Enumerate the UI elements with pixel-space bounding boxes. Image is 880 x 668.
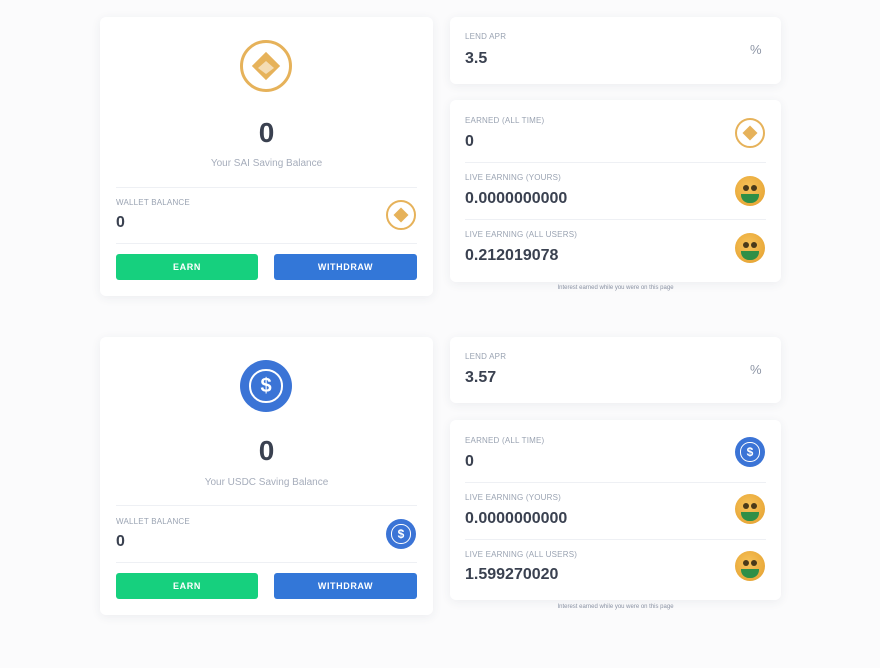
live-earning-yours-label: LIVE EARNING (YOURS) <box>465 173 562 182</box>
divider <box>116 562 417 563</box>
lend-apr-label: LEND APR <box>465 352 507 361</box>
sai-coin-icon <box>386 200 416 230</box>
live-earning-yours-value: 0.0000000000 <box>465 190 568 207</box>
sai-apr-card: LEND APR 3.5 % <box>450 17 781 84</box>
divider <box>116 187 417 188</box>
lend-apr-value: 3.5 <box>465 50 488 67</box>
earned-all-time-label: EARNED (ALL TIME) <box>465 116 545 125</box>
sai-coin-icon <box>735 118 765 148</box>
withdraw-button[interactable]: WITHDRAW <box>274 254 417 280</box>
lend-apr-label: LEND APR <box>465 32 507 41</box>
wallet-balance-label: WALLET BALANCE <box>116 198 190 207</box>
earned-all-time-label: EARNED (ALL TIME) <box>465 436 545 445</box>
wallet-balance-label: WALLET BALANCE <box>116 517 190 526</box>
divider <box>465 162 766 163</box>
live-earning-all-users-value: 1.599270020 <box>465 566 559 583</box>
sai-earnings-card: EARNED (ALL TIME) 0 LIVE EARNING (YOURS)… <box>450 100 781 282</box>
usdc-balance-caption: Your USDC Saving Balance <box>204 477 329 488</box>
money-mouth-face-icon <box>735 233 765 263</box>
divider <box>465 482 766 483</box>
usdc-coin-icon: $ <box>240 360 292 412</box>
interest-note: Interest earned while you were on this p… <box>557 285 674 291</box>
live-earning-all-users-label: LIVE EARNING (ALL USERS) <box>465 230 578 239</box>
sai-balance-caption: Your SAI Saving Balance <box>210 158 323 169</box>
divider <box>116 243 417 244</box>
live-earning-yours-label: LIVE EARNING (YOURS) <box>465 493 562 502</box>
money-mouth-face-icon <box>735 551 765 581</box>
percent-icon: % <box>750 42 762 57</box>
percent-icon: % <box>750 362 762 377</box>
divider <box>116 505 417 506</box>
sai-balance-card: 0 Your SAI Saving Balance WALLET BALANCE… <box>100 17 433 296</box>
withdraw-button[interactable]: WITHDRAW <box>274 573 417 599</box>
usdc-saving-balance: 0 <box>258 435 275 466</box>
divider <box>465 539 766 540</box>
usdc-earnings-card: EARNED (ALL TIME) 0 $ LIVE EARNING (YOUR… <box>450 420 781 600</box>
interest-note: Interest earned while you were on this p… <box>557 604 674 610</box>
sai-coin-icon <box>240 40 292 92</box>
usdc-coin-icon: $ <box>735 437 765 467</box>
divider <box>465 219 766 220</box>
wallet-balance-value: 0 <box>116 214 125 231</box>
live-earning-all-users-value: 0.212019078 <box>465 247 559 264</box>
wallet-balance-value: 0 <box>116 533 125 550</box>
earn-button[interactable]: EARN <box>116 254 258 280</box>
live-earning-yours-value: 0.0000000000 <box>465 510 568 527</box>
earn-button[interactable]: EARN <box>116 573 258 599</box>
usdc-balance-card: $ 0 Your USDC Saving Balance WALLET BALA… <box>100 337 433 615</box>
money-mouth-face-icon <box>735 494 765 524</box>
earned-all-time-value: 0 <box>465 133 474 150</box>
money-mouth-face-icon <box>735 176 765 206</box>
usdc-coin-icon: $ <box>386 519 416 549</box>
sai-saving-balance: 0 <box>258 117 275 148</box>
usdc-apr-card: LEND APR 3.57 % <box>450 337 781 403</box>
lend-apr-value: 3.57 <box>465 369 497 386</box>
live-earning-all-users-label: LIVE EARNING (ALL USERS) <box>465 550 578 559</box>
earned-all-time-value: 0 <box>465 453 474 470</box>
